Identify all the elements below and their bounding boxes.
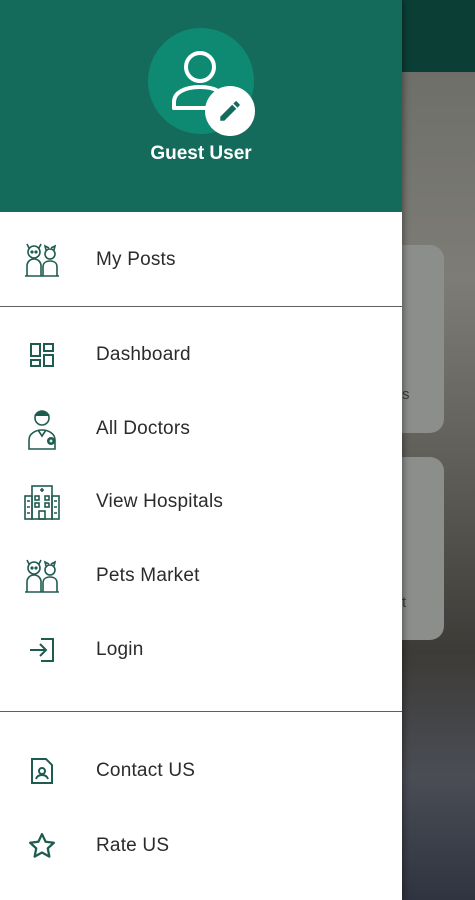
edit-avatar-button[interactable] (205, 86, 255, 136)
menu-item-label: Dashboard (96, 344, 191, 365)
divider (0, 711, 402, 712)
menu-item-label: Rate US (96, 835, 170, 856)
pencil-icon (220, 101, 240, 121)
background-card-text: t (402, 594, 407, 611)
navigation-drawer: Guest User My Posts Dashboard All Doctor… (0, 0, 402, 900)
star-icon (22, 826, 62, 866)
login-icon (22, 630, 62, 670)
menu-item-label: Login (96, 639, 144, 660)
menu-item-view-hospitals[interactable]: View Hospitals (0, 472, 402, 532)
background-card-text: s (402, 386, 410, 403)
menu-item-label: Pets Market (96, 565, 200, 586)
contact-icon (22, 751, 62, 791)
pets-group-icon (22, 556, 62, 596)
user-name: Guest User (150, 143, 252, 164)
menu-item-contact-us[interactable]: Contact US (0, 741, 402, 801)
drawer-header: Guest User (0, 0, 402, 212)
menu-item-all-doctors[interactable]: All Doctors (0, 399, 402, 459)
menu-item-label: Contact US (96, 760, 196, 781)
menu-item-my-posts[interactable]: My Posts (0, 230, 402, 290)
menu-item-label: All Doctors (96, 418, 191, 439)
menu-item-login[interactable]: Login (0, 620, 402, 680)
menu-item-label: My Posts (96, 249, 176, 270)
pets-group-icon (22, 240, 62, 280)
doctor-icon (22, 409, 62, 450)
divider (0, 306, 402, 307)
hospital-icon (22, 482, 62, 522)
menu-item-dashboard[interactable]: Dashboard (0, 325, 402, 385)
menu-item-label: View Hospitals (96, 491, 224, 512)
menu-item-rate-us[interactable]: Rate US (0, 816, 402, 876)
dashboard-icon (22, 335, 62, 375)
menu-item-pets-market[interactable]: Pets Market (0, 546, 402, 606)
